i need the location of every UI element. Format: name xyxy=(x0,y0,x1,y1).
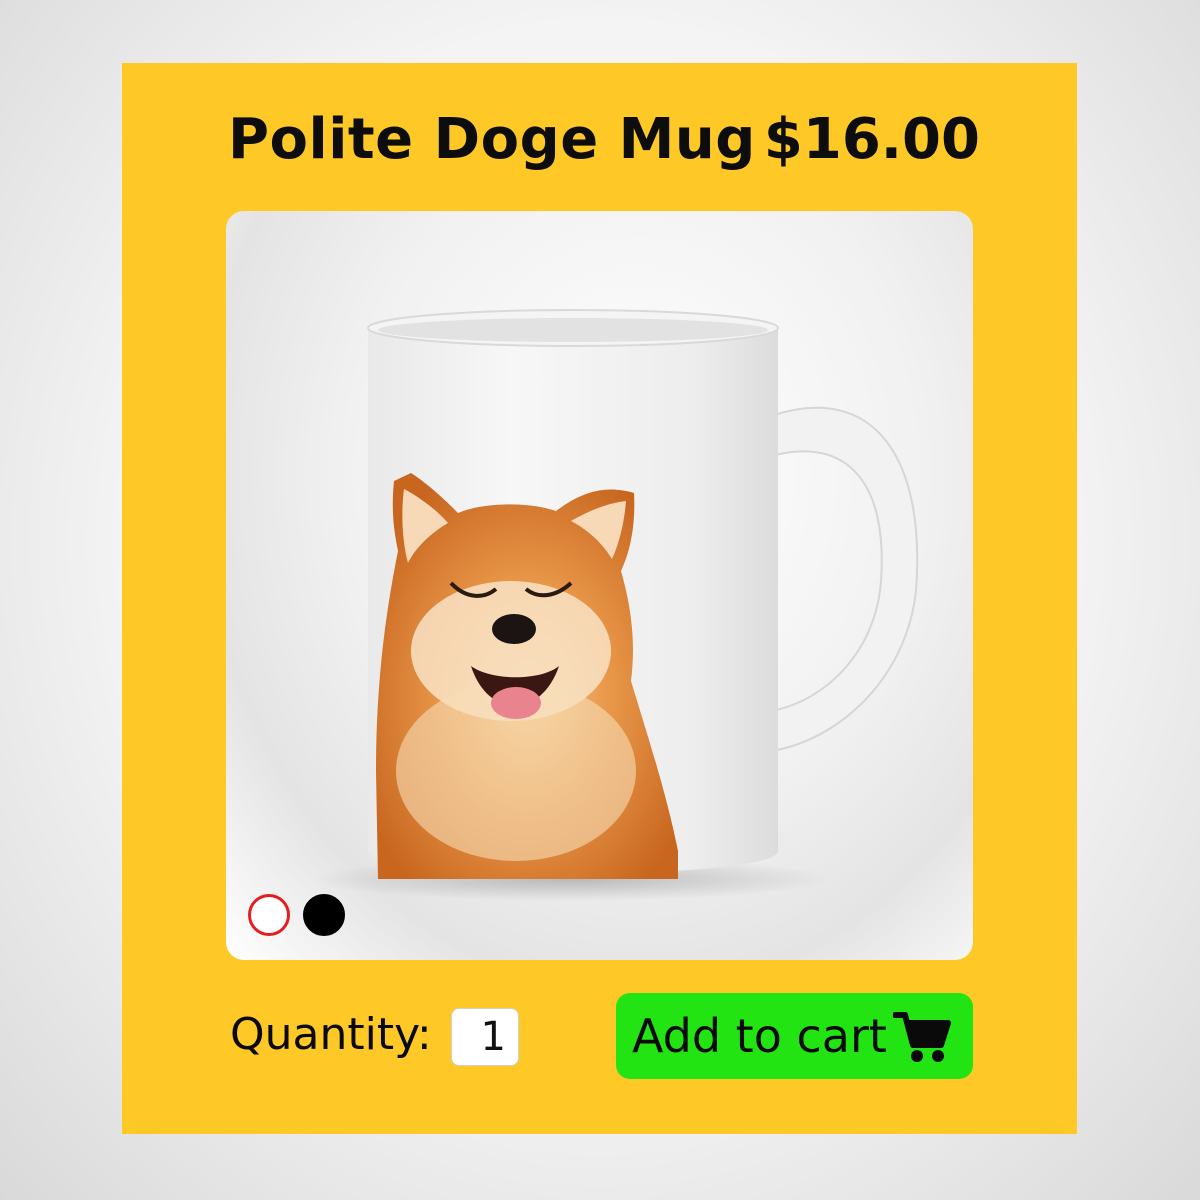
quantity-input[interactable] xyxy=(451,1008,519,1066)
product-image xyxy=(226,211,973,960)
add-to-cart-button[interactable]: Add to cart xyxy=(616,993,973,1079)
mug-illustration xyxy=(311,309,919,901)
product-title: Polite Doge Mug xyxy=(228,107,756,172)
quantity-label: Quantity: xyxy=(230,1009,432,1060)
shopping-cart-icon xyxy=(892,1007,951,1065)
add-to-cart-label: Add to cart xyxy=(632,1009,887,1063)
product-price: $16.00 xyxy=(763,107,980,172)
product-card: Polite Doge Mug $16.00 Quantity: 1 Add t… xyxy=(122,63,1077,1134)
color-swatches xyxy=(248,894,345,936)
color-swatch-white[interactable] xyxy=(248,894,290,936)
color-swatch-black[interactable] xyxy=(303,894,345,936)
